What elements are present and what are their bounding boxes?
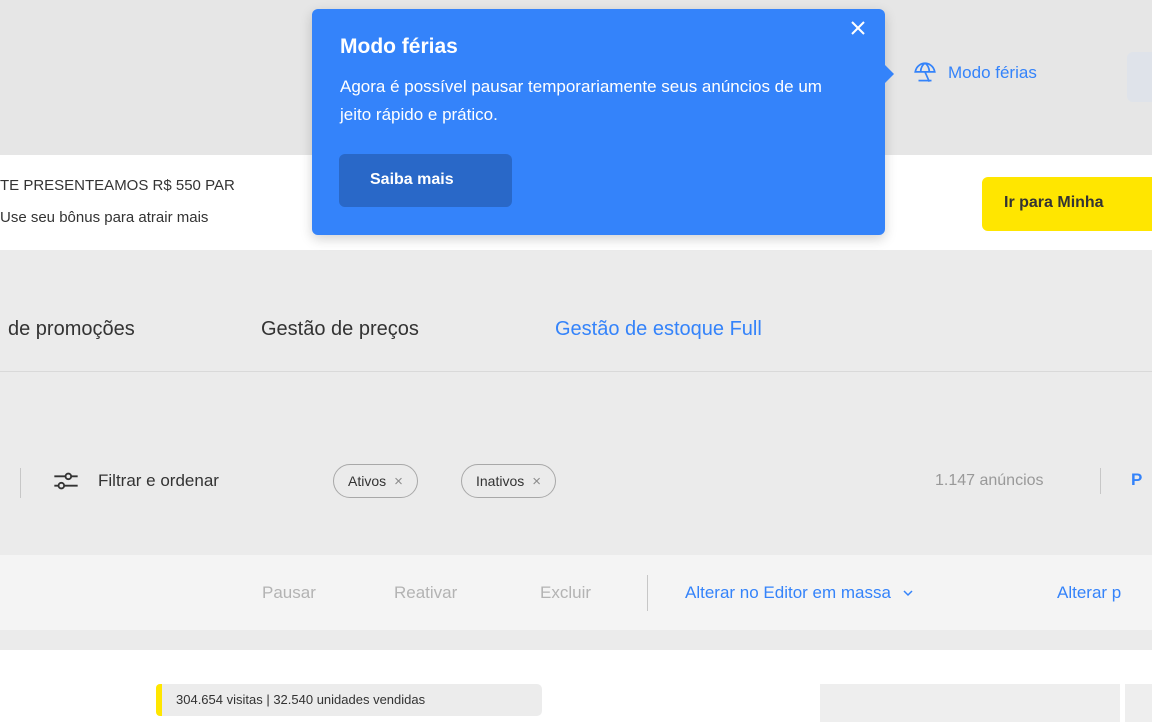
sliders-icon (54, 472, 78, 490)
chip-label: Inativos (476, 473, 525, 489)
tooltip-body: Agora é possível pausar temporariamente … (340, 77, 822, 124)
tab-promotions[interactable]: de promoções (8, 318, 135, 341)
delete-button[interactable]: Excluir (540, 583, 591, 603)
bulk-editor-label: Alterar no Editor em massa (685, 583, 891, 602)
pause-button[interactable]: Pausar (262, 583, 316, 603)
divider (1100, 468, 1101, 494)
chevron-down-icon (903, 590, 913, 597)
promo-subtext: Use seu bônus para atrair mais (0, 209, 209, 226)
truncated-link[interactable]: P (1131, 470, 1142, 490)
umbrella-icon (914, 62, 936, 83)
close-icon[interactable]: × (532, 473, 541, 490)
alter-button[interactable]: Alterar p (1057, 583, 1121, 603)
reactivate-button[interactable]: Reativar (394, 583, 457, 603)
tabs-bar (0, 250, 1152, 372)
bulk-editor-dropdown[interactable]: Alterar no Editor em massa (685, 583, 915, 603)
tooltip-title: Modo férias (340, 35, 458, 58)
vacation-mode-tooltip: Modo férias Agora é possível pausar temp… (312, 9, 894, 235)
close-icon[interactable]: × (394, 473, 403, 490)
vacation-mode-label: Modo férias (948, 63, 1037, 82)
filter-bar (0, 373, 1152, 555)
divider (20, 468, 21, 498)
listing-column (820, 684, 1120, 722)
listing-count: 1.147 anúncios (935, 472, 1044, 489)
learn-more-button[interactable]: Saiba mais (339, 154, 512, 207)
listing-column (1125, 684, 1152, 722)
listing-stats: 304.654 visitas | 32.540 unidades vendid… (156, 684, 542, 716)
separator-strip (10, 630, 1152, 650)
promo-cta-button[interactable]: Ir para Minha (982, 177, 1152, 231)
vacation-mode-link[interactable]: Modo férias (912, 60, 1037, 86)
tab-price-management[interactable]: Gestão de preços (261, 318, 419, 341)
promo-headline: TE PRESENTEAMOS R$ 550 PAR (0, 177, 235, 194)
filter-sort-button[interactable]: Filtrar e ordenar (52, 467, 219, 495)
filter-chip-active[interactable]: Ativos × (333, 464, 418, 498)
filter-sort-label: Filtrar e ordenar (98, 471, 219, 490)
filter-chip-inactive[interactable]: Inativos × (461, 464, 557, 498)
close-icon[interactable] (847, 17, 869, 39)
chip-label: Ativos (348, 473, 387, 489)
divider (647, 575, 648, 611)
tab-full-stock-management[interactable]: Gestão de estoque Full (555, 318, 762, 341)
user-menu-button[interactable] (1127, 52, 1152, 102)
